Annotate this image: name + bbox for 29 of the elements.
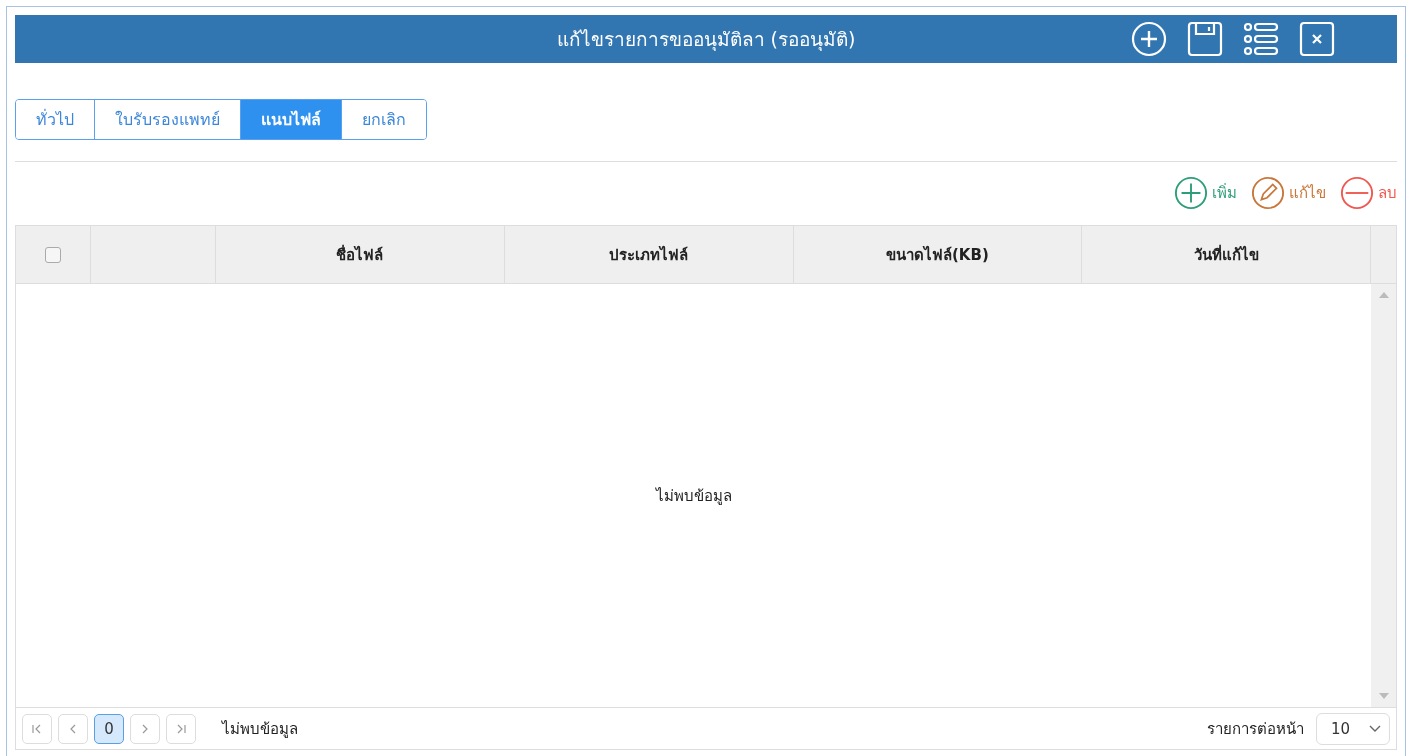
last-page-icon: [175, 722, 187, 735]
first-page-button[interactable]: [22, 713, 52, 744]
add-icon: [1174, 176, 1208, 210]
scroll-up-icon[interactable]: [1378, 292, 1389, 298]
select-all-checkbox[interactable]: [45, 246, 61, 263]
add-icon[interactable]: [1131, 21, 1167, 57]
window-title: แก้ไขรายการขออนุมัติลา (รออนุมัติ): [555, 27, 857, 53]
toolbar-button[interactable]: ลบ: [1340, 175, 1397, 211]
pager-status: ไม่พบข้อมูล: [222, 718, 298, 740]
first-page-icon: [31, 722, 43, 735]
toolbar-button[interactable]: แก้ไข: [1251, 175, 1326, 211]
page-size-label: รายการต่อหน้า: [1207, 718, 1304, 740]
close-icon[interactable]: [1299, 21, 1335, 57]
previous-page-button[interactable]: [58, 713, 88, 744]
list-icon[interactable]: [1243, 21, 1279, 57]
last-page-button[interactable]: [166, 713, 196, 744]
pencil-icon: [1251, 176, 1285, 210]
toolbar-button[interactable]: เพิ่ม: [1174, 175, 1237, 211]
tab[interactable]: ทั่วไป: [16, 100, 95, 139]
minus-icon: [1340, 176, 1374, 210]
empty-message: ไม่พบข้อมูล: [654, 485, 733, 507]
current-page-button[interactable]: 0: [94, 713, 124, 744]
tab[interactable]: แนบไฟล์: [241, 100, 342, 139]
scroll-down-icon[interactable]: [1378, 693, 1389, 699]
save-icon[interactable]: [1187, 21, 1223, 57]
scrollbar[interactable]: [1371, 284, 1396, 707]
page-size-select[interactable]: 10: [1316, 712, 1390, 745]
caret-icon: [1369, 724, 1381, 733]
next-page-button[interactable]: [130, 713, 160, 744]
